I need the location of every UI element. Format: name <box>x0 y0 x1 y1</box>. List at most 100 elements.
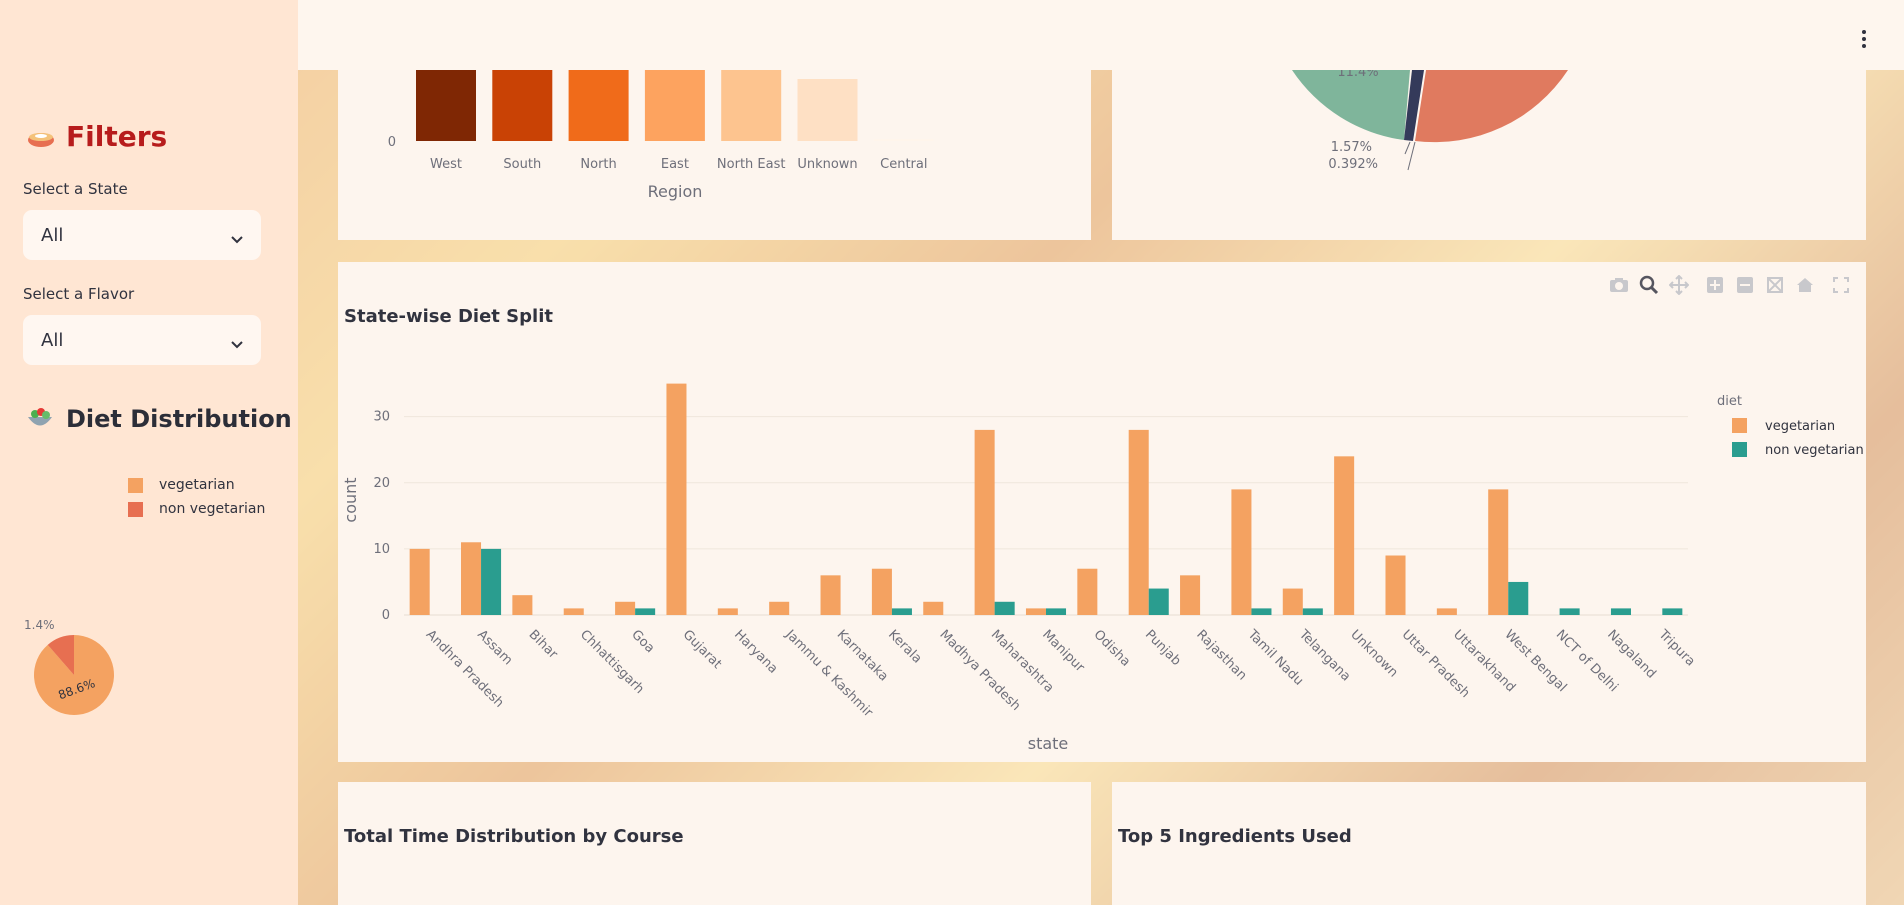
region-bar-unknown[interactable] <box>797 79 858 141</box>
chart-modebar <box>1608 274 1852 296</box>
bar-vegetarian-rajasthan[interactable] <box>1180 575 1201 615</box>
bar-vegetarian-chhattisgarh[interactable] <box>563 608 584 615</box>
region-bar-central[interactable] <box>873 139 934 141</box>
sidebar-legend-vegetarian[interactable]: vegetarian <box>128 477 235 493</box>
bar-vegetarian-odisha[interactable] <box>1077 568 1098 615</box>
bar-vegetarian-gujarat[interactable] <box>666 383 687 615</box>
state-select-value: All <box>41 224 64 246</box>
diet-pie-chart: 88.6%1.4% <box>24 618 114 715</box>
diet-xtick-bihar: Bihar <box>526 627 561 662</box>
diet-distribution-title: Diet Distribution <box>66 405 292 433</box>
pie-slice-green <box>1292 70 1410 140</box>
region-xtick-north: North <box>580 157 616 172</box>
bar-vegetarian-telangana[interactable] <box>1282 588 1303 615</box>
bar-non-vegetarian-nagaland[interactable] <box>1610 608 1631 615</box>
legend-label: non vegetarian <box>159 501 266 517</box>
region-xtick-unknown: Unknown <box>797 157 857 172</box>
zoom-in-icon[interactable] <box>1704 274 1726 296</box>
diet-xtick-punjab: Punjab <box>1142 627 1184 669</box>
diet-ytick-10: 10 <box>373 542 390 557</box>
bar-vegetarian-jammu-kashmir[interactable] <box>769 601 790 615</box>
autoscale-icon[interactable] <box>1764 274 1786 296</box>
top-ingredients-card: Top 5 Ingredients Used <box>1112 782 1866 905</box>
pie-label-11-4: 11.4% <box>1337 70 1378 80</box>
bar-non-vegetarian-manipur[interactable] <box>1046 608 1067 615</box>
region-bar-south[interactable] <box>492 69 553 141</box>
region-xtick-north-east: North East <box>717 157 786 172</box>
region-xaxis-title: Region <box>648 182 703 201</box>
bar-non-vegetarian-punjab[interactable] <box>1148 588 1169 615</box>
curry-bowl-icon <box>26 122 56 152</box>
bar-vegetarian-punjab[interactable] <box>1128 429 1149 615</box>
bar-non-vegetarian-nct-of-delhi[interactable] <box>1559 608 1580 615</box>
total-time-title: Total Time Distribution by Course <box>344 826 684 847</box>
pie-leader-lines <box>1404 141 1416 171</box>
total-time-card: Total Time Distribution by Course <box>338 782 1091 905</box>
main-menu-icon[interactable] <box>1862 30 1868 50</box>
bar-vegetarian-goa[interactable] <box>615 601 636 615</box>
bar-non-vegetarian-maharashtra[interactable] <box>994 601 1015 615</box>
bar-vegetarian-west-bengal[interactable] <box>1488 489 1509 615</box>
legend-swatch <box>128 477 143 493</box>
flavor-label: Select a Flavor <box>23 285 135 303</box>
legend-label-non-vegetarian[interactable]: non vegetarian <box>1765 443 1864 458</box>
zoom-icon[interactable] <box>1638 274 1660 296</box>
fullscreen-icon[interactable] <box>1830 274 1852 296</box>
region-xtick-south: South <box>503 157 541 172</box>
bar-vegetarian-haryana[interactable] <box>717 608 738 615</box>
diet-xtick-haryana: Haryana <box>731 627 780 676</box>
bar-vegetarian-uttar-pradesh[interactable] <box>1385 555 1406 616</box>
diet-xtick-nagaland: Nagaland <box>1604 627 1658 681</box>
diet-xtick-goa: Goa <box>628 627 657 656</box>
bar-non-vegetarian-kerala[interactable] <box>891 608 912 615</box>
bar-vegetarian-maharashtra[interactable] <box>974 429 995 615</box>
filters-heading: Filters <box>26 120 167 153</box>
bar-vegetarian-bihar[interactable] <box>512 595 533 615</box>
camera-icon[interactable] <box>1608 274 1630 296</box>
diet-split-card: State-wise Diet Split 0 10 20 30 Andhra Pra… <box>338 262 1866 762</box>
bar-vegetarian-manipur[interactable] <box>1025 608 1046 615</box>
pan-icon[interactable] <box>1668 274 1690 296</box>
state-select[interactable]: All <box>23 210 261 260</box>
salad-bowl-icon <box>26 404 56 434</box>
bar-non-vegetarian-west-bengal[interactable] <box>1508 581 1529 615</box>
sidebar: Filters Select a State All Select a Flav… <box>0 0 298 905</box>
legend-label-vegetarian[interactable]: vegetarian <box>1765 419 1835 434</box>
flavor-select[interactable]: All <box>23 315 261 365</box>
bar-non-vegetarian-assam[interactable] <box>481 548 502 615</box>
diet-legend-title: diet <box>1717 394 1742 409</box>
region-bar-north[interactable] <box>568 69 629 141</box>
diet-xtick-jammu-kashmir: Jammu & Kashmir <box>782 627 876 721</box>
region-bar-east[interactable] <box>644 69 705 141</box>
region-bar-north-east[interactable] <box>721 69 782 141</box>
pie-label-0-392: 0.392% <box>1328 157 1378 172</box>
zoom-out-icon[interactable] <box>1734 274 1756 296</box>
bar-vegetarian-assam[interactable] <box>461 542 482 615</box>
bar-non-vegetarian-tripura[interactable] <box>1662 608 1683 615</box>
home-icon[interactable] <box>1794 274 1816 296</box>
region-xtick-central: Central <box>880 157 927 172</box>
bar-vegetarian-karnataka[interactable] <box>820 575 841 615</box>
bar-non-vegetarian-tamil-nadu[interactable] <box>1251 608 1272 615</box>
legend-swatch-non-vegetarian[interactable] <box>1732 442 1747 457</box>
pie-label-non-vegetarian: 1.4% <box>24 618 55 632</box>
region-bar-west[interactable] <box>416 69 476 141</box>
legend-label: vegetarian <box>159 477 235 493</box>
sidebar-legend-non-vegetarian[interactable]: non vegetarian <box>128 501 265 517</box>
bar-vegetarian-madhya-pradesh[interactable] <box>923 601 944 615</box>
bar-vegetarian-andhra-pradesh[interactable] <box>409 548 430 615</box>
diet-xtick-tripura: Tripura <box>1655 627 1698 670</box>
bar-vegetarian-uttarakhand[interactable] <box>1436 608 1457 615</box>
bar-non-vegetarian-telangana[interactable] <box>1302 608 1323 615</box>
legend-swatch-vegetarian[interactable] <box>1732 418 1747 433</box>
diet-xtick-manipur: Manipur <box>1039 627 1087 675</box>
region-pie-chart: 11.4% 1.57% 0.392% <box>1292 65 1568 172</box>
bar-non-vegetarian-goa[interactable] <box>635 608 656 615</box>
bar-vegetarian-unknown[interactable] <box>1334 456 1355 615</box>
bar-vegetarian-kerala[interactable] <box>871 568 892 615</box>
region-bar-chart: West South North East North East Unknown Centr… <box>388 69 934 201</box>
bar-vegetarian-tamil-nadu[interactable] <box>1231 489 1252 615</box>
region-pie-card: 11.4% 1.57% 0.392% <box>1112 65 1866 240</box>
diet-ytick-20: 20 <box>373 476 390 491</box>
top-ingredients-title: Top 5 Ingredients Used <box>1118 826 1352 847</box>
